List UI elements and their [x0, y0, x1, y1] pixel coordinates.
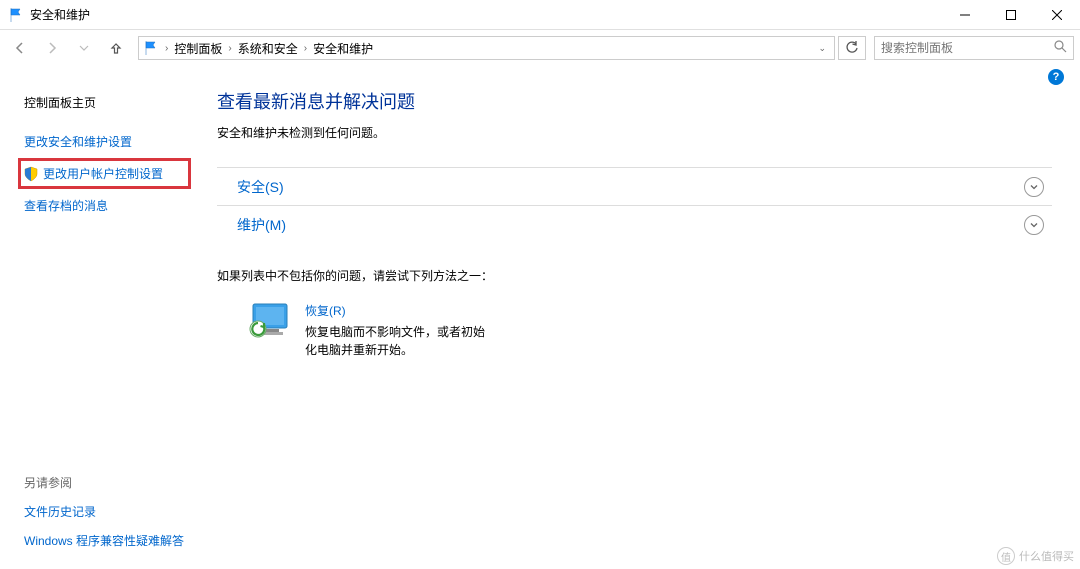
sidebar-view-archived[interactable]: 查看存档的消息: [24, 191, 191, 220]
sidebar-change-uac-highlighted[interactable]: 更改用户帐户控制设置: [18, 158, 191, 189]
recovery-link[interactable]: 恢复(R): [305, 302, 495, 319]
minimize-button[interactable]: [942, 0, 988, 29]
chevron-right-icon: ›: [226, 43, 233, 54]
window-controls: [942, 0, 1080, 29]
security-flag-icon: [143, 40, 159, 56]
section-maintenance[interactable]: 维护(M): [217, 205, 1052, 243]
sidebar-change-security[interactable]: 更改安全和维护设置: [24, 127, 191, 156]
address-dropdown-icon[interactable]: ⌄: [814, 43, 830, 54]
close-button[interactable]: [1034, 0, 1080, 29]
content-body: 控制面板主页 更改安全和维护设置 更改用户帐户控制设置 查看存档的消息 另请参阅…: [0, 88, 1080, 569]
sidebar-compat-troubleshoot[interactable]: Windows 程序兼容性疑难解答: [24, 526, 191, 555]
recent-locations-button[interactable]: [70, 34, 98, 62]
try-other-text: 如果列表中不包括你的问题，请尝试下列方法之一：: [217, 267, 1052, 284]
chevron-down-icon: [1024, 215, 1044, 235]
recovery-block: 恢复(R) 恢复电脑而不影响文件，或者初始化电脑并重新开始。: [217, 302, 1052, 359]
uac-shield-icon: [23, 166, 39, 182]
main-content: 查看最新消息并解决问题 安全和维护未检测到任何问题。 安全(S) 维护(M) 如…: [205, 88, 1080, 569]
breadcrumb-mid[interactable]: 系统和安全: [236, 40, 300, 57]
chevron-right-icon: ›: [163, 43, 170, 54]
watermark: 值 什么值得买: [997, 547, 1074, 565]
sidebar: 控制面板主页 更改安全和维护设置 更改用户帐户控制设置 查看存档的消息 另请参阅…: [0, 88, 205, 569]
search-box[interactable]: [874, 36, 1074, 60]
section-security[interactable]: 安全(S): [217, 167, 1052, 205]
help-icon[interactable]: ?: [1048, 69, 1064, 85]
refresh-button[interactable]: [838, 36, 866, 60]
address-bar[interactable]: › 控制面板 › 系统和安全 › 安全和维护 ⌄: [138, 36, 835, 60]
maximize-button[interactable]: [988, 0, 1034, 29]
search-icon: [1054, 40, 1067, 56]
recovery-desc: 恢复电脑而不影响文件，或者初始化电脑并重新开始。: [305, 323, 495, 359]
section-maintenance-label: 维护(M): [237, 215, 286, 235]
forward-button[interactable]: [38, 34, 66, 62]
up-button[interactable]: [102, 34, 130, 62]
titlebar: 安全和维护: [0, 0, 1080, 30]
page-heading: 查看最新消息并解决问题: [217, 88, 1052, 114]
chevron-down-icon: [1024, 177, 1044, 197]
breadcrumb-root[interactable]: 控制面板: [172, 40, 224, 57]
back-button[interactable]: [6, 34, 34, 62]
navbar: › 控制面板 › 系统和安全 › 安全和维护 ⌄: [0, 30, 1080, 66]
breadcrumb-leaf[interactable]: 安全和维护: [311, 40, 375, 57]
chevron-right-icon: ›: [302, 43, 309, 54]
sidebar-file-history[interactable]: 文件历史记录: [24, 497, 191, 526]
section-security-label: 安全(S): [237, 177, 284, 197]
sidebar-home[interactable]: 控制面板主页: [24, 88, 191, 117]
search-input[interactable]: [881, 41, 1054, 55]
sidebar-see-also-heading: 另请参阅: [24, 468, 191, 497]
help-row: ?: [0, 66, 1080, 88]
watermark-text: 什么值得买: [1019, 548, 1074, 564]
no-issues-text: 安全和维护未检测到任何问题。: [217, 124, 1052, 141]
recovery-icon: [247, 302, 291, 340]
security-flag-icon: [8, 7, 24, 23]
recovery-text: 恢复(R) 恢复电脑而不影响文件，或者初始化电脑并重新开始。: [305, 302, 495, 359]
watermark-logo-icon: 值: [997, 547, 1015, 565]
sidebar-change-uac-label: 更改用户帐户控制设置: [43, 165, 163, 182]
window-title: 安全和维护: [30, 6, 942, 23]
